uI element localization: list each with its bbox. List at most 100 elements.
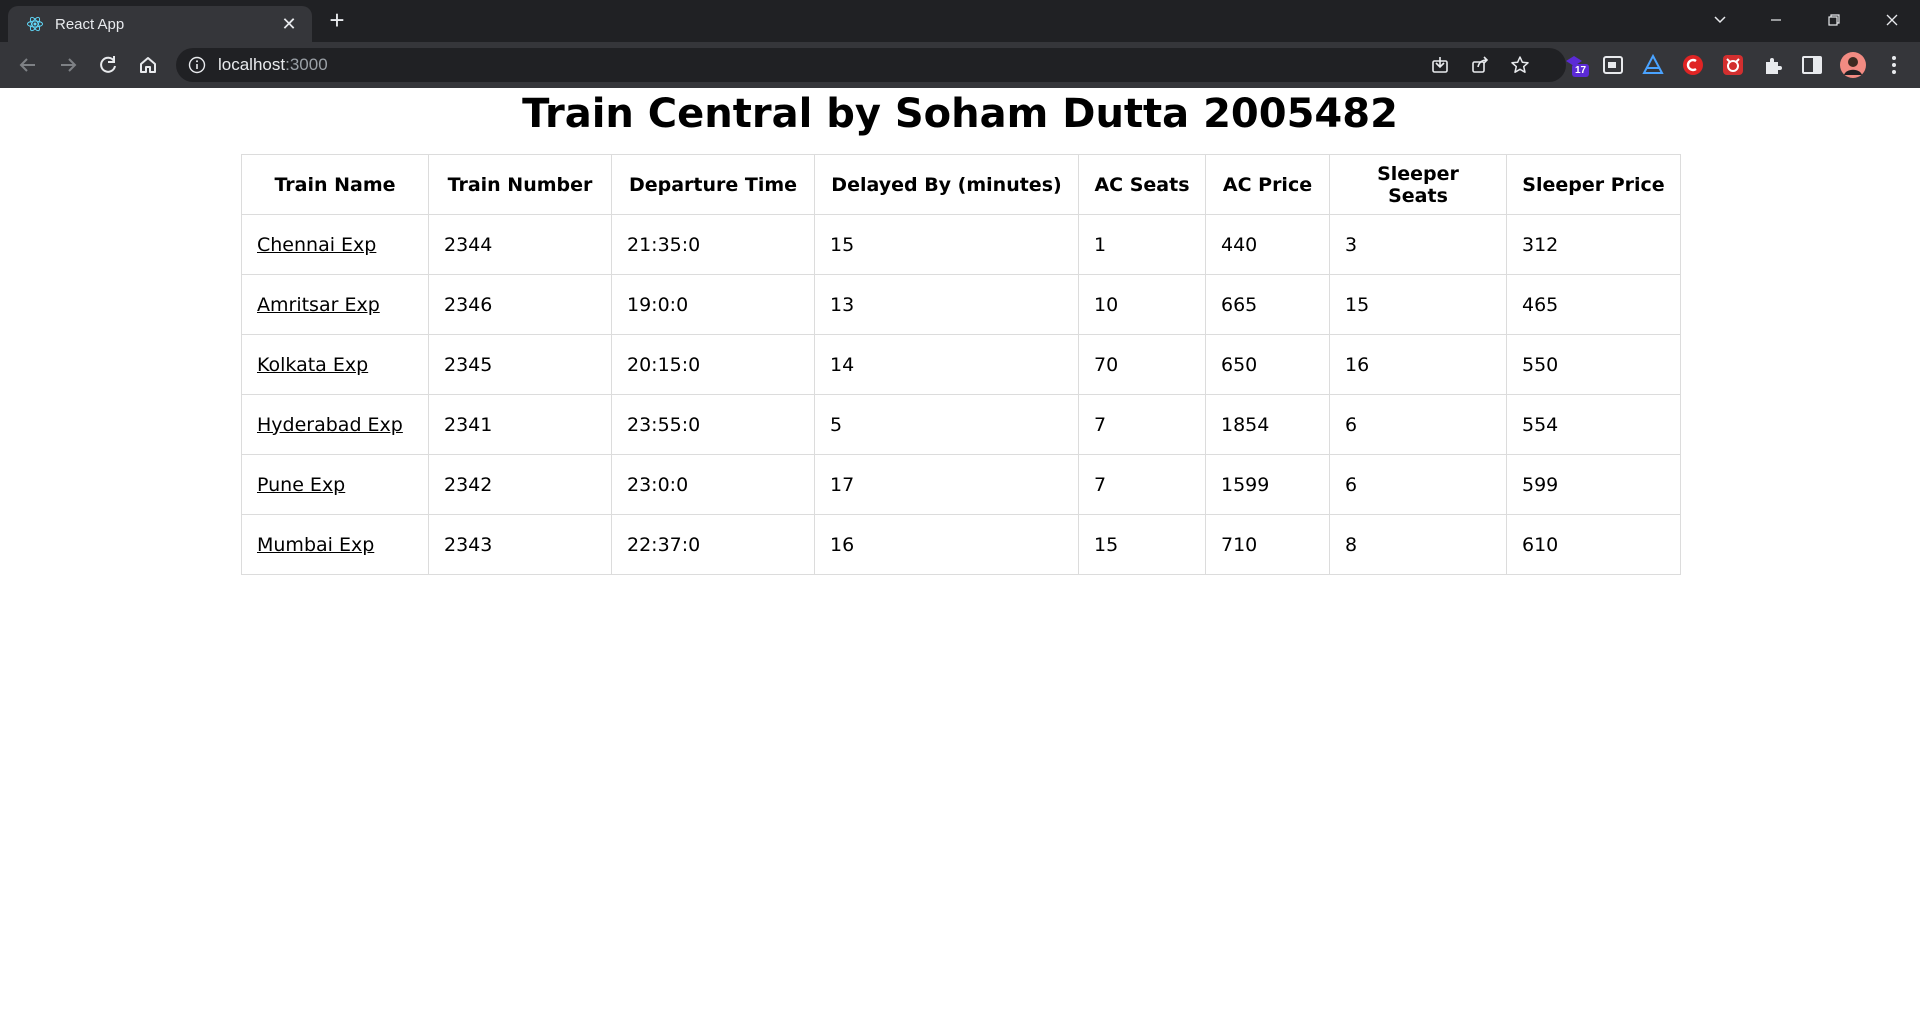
plus-icon[interactable]: + bbox=[325, 7, 349, 33]
cell-ac-seats: 7 bbox=[1078, 454, 1206, 515]
extension-badge-count: 17 bbox=[1572, 64, 1590, 77]
home-icon[interactable] bbox=[134, 51, 162, 79]
close-window-icon[interactable] bbox=[1878, 6, 1906, 34]
install-icon[interactable] bbox=[1430, 55, 1450, 75]
forward-arrow-icon[interactable] bbox=[54, 51, 82, 79]
train-link[interactable]: Chennai Exp bbox=[257, 234, 376, 256]
table-row: Mumbai Exp 2343 22:37:0 16 15 710 8 610 bbox=[241, 514, 1681, 575]
header-sleeper-seats: Sleeper Seats bbox=[1329, 154, 1507, 215]
side-panel-icon[interactable] bbox=[1800, 53, 1824, 77]
cell-train-number: 2343 bbox=[428, 514, 612, 575]
back-arrow-icon[interactable] bbox=[14, 51, 42, 79]
cell-sleeper-seats: 15 bbox=[1329, 274, 1507, 335]
browser-toolbar: localhost:3000 17 bbox=[0, 42, 1920, 88]
triangle-extension-icon[interactable] bbox=[1641, 53, 1665, 77]
tab-title: React App bbox=[55, 16, 125, 33]
url-host: localhost bbox=[218, 55, 286, 74]
cell-ac-price: 1599 bbox=[1205, 454, 1330, 515]
cell-sleeper-price: 554 bbox=[1506, 394, 1681, 455]
header-train-name: Train Name bbox=[241, 154, 429, 215]
cell-ac-price: 650 bbox=[1205, 334, 1330, 395]
bug-extension-icon[interactable] bbox=[1721, 53, 1745, 77]
cell-ac-seats: 10 bbox=[1078, 274, 1206, 335]
cell-sleeper-price: 599 bbox=[1506, 454, 1681, 515]
info-icon[interactable] bbox=[188, 56, 206, 74]
cell-train-number: 2342 bbox=[428, 454, 612, 515]
trains-table: Train Name Train Number Departure Time D… bbox=[241, 154, 1681, 575]
table-row: Chennai Exp 2344 21:35:0 15 1 440 3 312 bbox=[241, 214, 1681, 275]
tab-strip: React App ✕ + bbox=[0, 0, 1920, 42]
cell-departure-time: 20:15:0 bbox=[611, 334, 815, 395]
tab-search-icon[interactable] bbox=[1601, 53, 1625, 77]
train-link[interactable]: Hyderabad Exp bbox=[257, 414, 403, 436]
extension-badge-icon[interactable]: 17 bbox=[1562, 53, 1590, 77]
train-link[interactable]: Amritsar Exp bbox=[257, 294, 380, 316]
cell-train-number: 2346 bbox=[428, 274, 612, 335]
cell-sleeper-seats: 16 bbox=[1329, 334, 1507, 395]
cell-delayed-by: 13 bbox=[814, 274, 1079, 335]
address-bar[interactable]: localhost:3000 bbox=[176, 48, 1566, 82]
cell-ac-price: 440 bbox=[1205, 214, 1330, 275]
cell-train-name: Amritsar Exp bbox=[241, 274, 429, 335]
star-icon[interactable] bbox=[1510, 55, 1530, 75]
cell-train-name: Kolkata Exp bbox=[241, 334, 429, 395]
url-port: :3000 bbox=[285, 55, 328, 74]
cell-delayed-by: 15 bbox=[814, 214, 1079, 275]
table-row: Kolkata Exp 2345 20:15:0 14 70 650 16 55… bbox=[241, 334, 1681, 395]
cell-delayed-by: 16 bbox=[814, 514, 1079, 575]
react-icon bbox=[27, 16, 43, 32]
cell-ac-seats: 1 bbox=[1078, 214, 1206, 275]
close-icon[interactable]: ✕ bbox=[280, 15, 298, 33]
header-ac-seats: AC Seats bbox=[1078, 154, 1206, 215]
cell-delayed-by: 14 bbox=[814, 334, 1079, 395]
train-link[interactable]: Kolkata Exp bbox=[257, 354, 368, 376]
cell-ac-price: 1854 bbox=[1205, 394, 1330, 455]
kebab-menu-icon[interactable] bbox=[1882, 53, 1906, 77]
table-row: Pune Exp 2342 23:0:0 17 7 1599 6 599 bbox=[241, 454, 1681, 515]
cell-ac-seats: 15 bbox=[1078, 514, 1206, 575]
page-title: Train Central by Soham Dutta 2005482 bbox=[522, 91, 1398, 137]
cell-sleeper-price: 465 bbox=[1506, 274, 1681, 335]
puzzle-icon[interactable] bbox=[1761, 53, 1785, 77]
chevron-down-icon[interactable] bbox=[1706, 6, 1734, 34]
url-text[interactable]: localhost:3000 bbox=[218, 55, 328, 75]
train-link[interactable]: Pune Exp bbox=[257, 474, 345, 496]
cell-departure-time: 21:35:0 bbox=[611, 214, 815, 275]
cell-train-name: Chennai Exp bbox=[241, 214, 429, 275]
cell-ac-seats: 7 bbox=[1078, 394, 1206, 455]
cell-departure-time: 22:37:0 bbox=[611, 514, 815, 575]
train-link[interactable]: Mumbai Exp bbox=[257, 534, 374, 556]
cell-departure-time: 23:55:0 bbox=[611, 394, 815, 455]
red-extension-icon[interactable] bbox=[1681, 53, 1705, 77]
restore-icon[interactable] bbox=[1820, 6, 1848, 34]
cell-delayed-by: 5 bbox=[814, 394, 1079, 455]
tab-react-app[interactable]: React App ✕ bbox=[8, 6, 312, 42]
table-header-row: Train Name Train Number Departure Time D… bbox=[241, 154, 1681, 215]
cell-sleeper-seats: 6 bbox=[1329, 454, 1507, 515]
cell-sleeper-seats: 3 bbox=[1329, 214, 1507, 275]
cell-sleeper-seats: 6 bbox=[1329, 394, 1507, 455]
cell-sleeper-price: 610 bbox=[1506, 514, 1681, 575]
table-row: Amritsar Exp 2346 19:0:0 13 10 665 15 46… bbox=[241, 274, 1681, 335]
cell-train-number: 2341 bbox=[428, 394, 612, 455]
cell-ac-price: 665 bbox=[1205, 274, 1330, 335]
cell-ac-seats: 70 bbox=[1078, 334, 1206, 395]
reload-icon[interactable] bbox=[94, 51, 122, 79]
header-departure-time: Departure Time bbox=[611, 154, 815, 215]
header-delayed-by: Delayed By (minutes) bbox=[814, 154, 1079, 215]
cell-train-name: Mumbai Exp bbox=[241, 514, 429, 575]
cell-train-name: Hyderabad Exp bbox=[241, 394, 429, 455]
cell-train-name: Pune Exp bbox=[241, 454, 429, 515]
cell-train-number: 2344 bbox=[428, 214, 612, 275]
share-icon[interactable] bbox=[1470, 55, 1490, 75]
cell-train-number: 2345 bbox=[428, 334, 612, 395]
cell-sleeper-seats: 8 bbox=[1329, 514, 1507, 575]
cell-departure-time: 23:0:0 bbox=[611, 454, 815, 515]
cell-departure-time: 19:0:0 bbox=[611, 274, 815, 335]
cell-sleeper-price: 312 bbox=[1506, 214, 1681, 275]
header-train-number: Train Number bbox=[428, 154, 612, 215]
avatar-icon[interactable] bbox=[1840, 52, 1866, 78]
header-ac-price: AC Price bbox=[1205, 154, 1330, 215]
minimize-icon[interactable] bbox=[1762, 6, 1790, 34]
table-row: Hyderabad Exp 2341 23:55:0 5 7 1854 6 55… bbox=[241, 394, 1681, 455]
